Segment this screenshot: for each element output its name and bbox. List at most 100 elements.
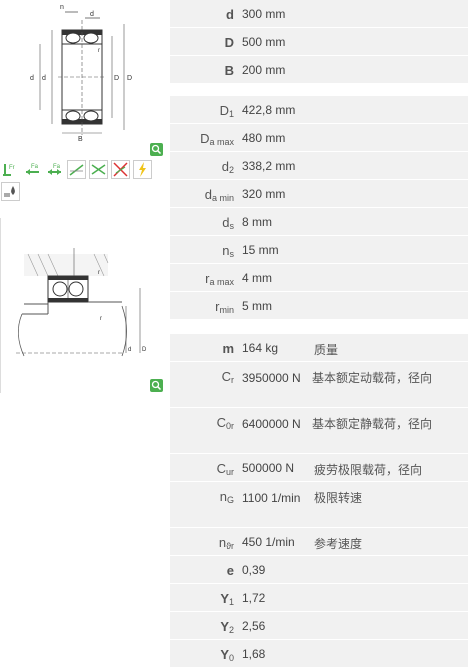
- properties-table: m 164 kg 质量 Cr 3950000 N 基本额定动载荷，径向 C0r …: [170, 334, 468, 668]
- spec-symbol: Y0: [220, 647, 234, 663]
- spec-description: 基本额定动载荷，径向: [312, 371, 433, 385]
- lightning-icon: [139, 162, 146, 177]
- spec-symbol: nϑr: [218, 535, 234, 551]
- spec-value: 500 mm: [242, 35, 286, 49]
- dimensions-table: d 300 mm D 500 mm B 200 mm: [170, 0, 468, 84]
- ds-label: d: [90, 11, 94, 18]
- spec-row-ra-max: ra max 4 mm: [170, 264, 468, 292]
- spec-row-C0r: C0r 6400000 N 基本额定静载荷，径向: [170, 408, 468, 454]
- spec-value: 6400000 N: [242, 417, 301, 431]
- spec-value: 5 mm: [242, 299, 272, 313]
- B-label: B: [78, 136, 83, 143]
- d-label: d: [42, 75, 46, 82]
- spec-row-nG: nG 1100 1/min 极限转速: [170, 482, 468, 528]
- spec-symbol: da min: [204, 187, 234, 203]
- r-label: r: [98, 48, 100, 54]
- D1-label: D: [114, 75, 119, 82]
- D-label: D: [127, 75, 132, 82]
- not-suitable-tool[interactable]: [111, 160, 130, 179]
- spec-row-B: B 200 mm: [170, 56, 468, 84]
- axial-left-icon: Fa: [26, 164, 39, 175]
- spec-value: 1100 1/min: [242, 491, 301, 505]
- spec-value: 4 mm: [242, 271, 272, 285]
- zoom-drawing-button[interactable]: [150, 143, 163, 156]
- spec-value: 480 mm: [242, 131, 286, 145]
- spec-symbol: m: [222, 341, 234, 356]
- spec-row-e: e 0,39: [170, 556, 468, 584]
- mounting-dimensions-table: D1 422,8 mm Da max 480 mm d2 338,2 mm da…: [170, 96, 468, 320]
- spec-value: 320 mm: [242, 187, 286, 201]
- spec-symbol: D1: [219, 103, 234, 119]
- spec-value: 500000 N: [242, 461, 295, 475]
- spec-description: 疲劳极限载荷，径向: [314, 463, 423, 477]
- spec-row-mass: m 164 kg 质量: [170, 334, 468, 362]
- spec-description: 基本额定静载荷，径向: [312, 417, 433, 431]
- spec-row-n-ref: nϑr 450 1/min 参考速度: [170, 528, 468, 556]
- spec-row-ns: ns 15 mm: [170, 236, 468, 264]
- spec-symbol: ds: [222, 215, 234, 231]
- spec-value: 300 mm: [242, 7, 286, 21]
- spec-row-Cur: Cur 500000 N 疲劳极限载荷，径向: [170, 454, 468, 482]
- spec-row-Y2: Y2 2,56: [170, 612, 468, 640]
- axial-both-icon: Fa: [48, 164, 61, 175]
- axial-load-both-tool[interactable]: Fa: [45, 160, 64, 179]
- specifications-panel: d 300 mm D 500 mm B 200 mm D1 422,8 mm D…: [170, 0, 468, 671]
- spec-value: 3950000 N: [242, 371, 301, 385]
- high-speed-tool[interactable]: [133, 160, 152, 179]
- magnifier-icon: [151, 380, 162, 391]
- mounting-dimensions-drawing: r r d D: [16, 248, 147, 357]
- d2-label: d: [30, 75, 34, 82]
- spec-symbol: Cur: [216, 461, 234, 477]
- spec-symbol: rmin: [215, 299, 234, 315]
- spec-row-D1: D1 422,8 mm: [170, 96, 468, 124]
- radial-load-tool[interactable]: Fr: [1, 160, 20, 179]
- spec-value: 164 kg: [242, 341, 279, 355]
- spec-row-ds: ds 8 mm: [170, 208, 468, 236]
- tilt-icon: [69, 164, 84, 176]
- spec-value: 450 1/min: [242, 535, 295, 549]
- spec-value: 15 mm: [242, 243, 279, 257]
- misalignment-tool[interactable]: [89, 160, 108, 179]
- oil-drop-icon: [4, 186, 15, 197]
- spec-value: 338,2 mm: [242, 159, 296, 173]
- spec-value: 2,56: [242, 619, 266, 633]
- spec-value: 422,8 mm: [242, 103, 296, 117]
- tilt-tool[interactable]: [67, 160, 86, 179]
- spec-description: 极限转速: [314, 491, 363, 505]
- spec-row-d: d 300 mm: [170, 0, 468, 28]
- Da-label: D: [142, 347, 147, 353]
- spec-symbol: nG: [219, 489, 234, 505]
- panel-divider: [0, 218, 1, 393]
- ra-label-top: r: [98, 270, 100, 276]
- ns-label: n: [60, 4, 64, 11]
- misalignment-icon: [91, 164, 106, 175]
- spec-row-Da-max: Da max 480 mm: [170, 124, 468, 152]
- spec-symbol: Da max: [200, 131, 234, 147]
- da-label: d: [128, 347, 131, 353]
- lubrication-tool[interactable]: [1, 182, 20, 201]
- spec-row-d2: d2 338,2 mm: [170, 152, 468, 180]
- magnifier-icon: [151, 144, 162, 155]
- spec-symbol: Y1: [220, 591, 234, 607]
- spec-symbol: D: [224, 35, 234, 50]
- svg-text:Fa: Fa: [53, 164, 61, 170]
- spec-value: 1,72: [242, 591, 266, 605]
- spec-value: 200 mm: [242, 63, 286, 77]
- ra-label-bottom: r: [100, 316, 102, 322]
- spec-value: 0,39: [242, 563, 266, 577]
- svg-text:Fa: Fa: [31, 164, 39, 170]
- spec-symbol: ra max: [205, 271, 234, 287]
- spec-description: 质量: [314, 343, 339, 357]
- axial-load-left-tool[interactable]: Fa: [23, 160, 42, 179]
- spec-symbol: d: [226, 7, 234, 22]
- drawing-panel: n d d d D D B r Fr Fa Fa r r d D: [0, 0, 170, 671]
- zoom-mounting-button[interactable]: [150, 379, 163, 392]
- radial-load-icon: Fr: [3, 164, 15, 176]
- spec-symbol: d2: [221, 159, 234, 175]
- spec-symbol: Y2: [220, 619, 234, 635]
- spec-value: 1,68: [242, 647, 266, 661]
- spec-row-D: D 500 mm: [170, 28, 468, 56]
- spec-symbol: e: [226, 563, 234, 578]
- spec-symbol: C0r: [216, 415, 234, 431]
- spec-description: 参考速度: [314, 537, 363, 551]
